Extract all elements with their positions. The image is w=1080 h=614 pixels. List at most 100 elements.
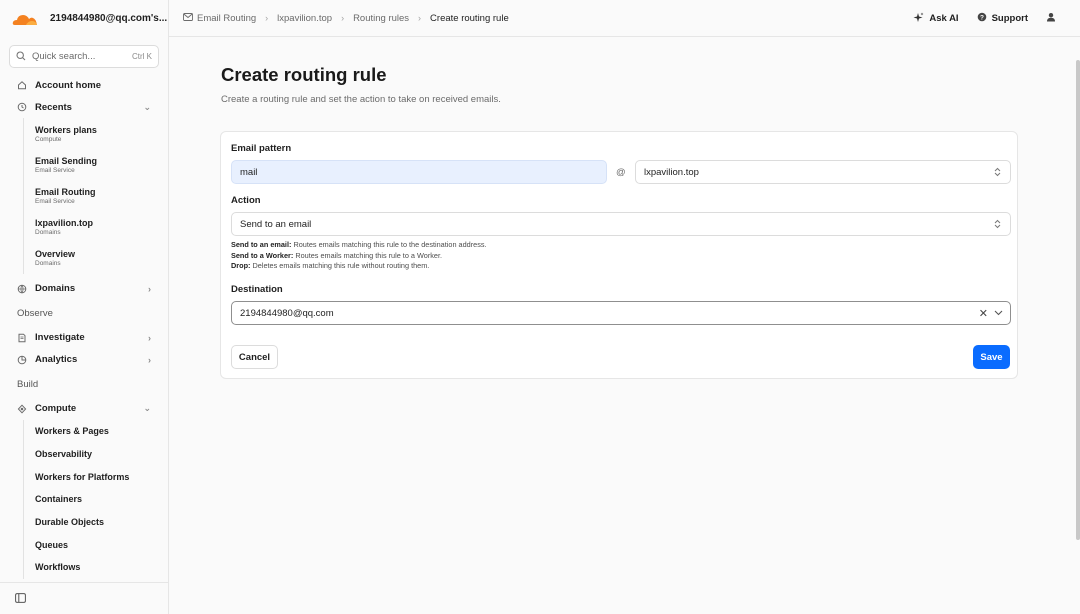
chevron-right-icon: ›: [418, 13, 422, 23]
home-icon: [17, 80, 27, 90]
sidebar-nav: Account home Recents ⌄ Workers plans Com…: [0, 74, 168, 579]
recent-item-email-routing[interactable]: Email Routing Email Service: [24, 180, 168, 211]
compute-icon: [17, 404, 27, 414]
recent-item-domain[interactable]: lxpavilion.top Domains: [24, 212, 168, 243]
sidebar-item-label: Compute: [35, 403, 77, 415]
sidebar-item-investigate[interactable]: Investigate ›: [0, 327, 168, 349]
topbar-actions: Ask AI ? Support: [913, 0, 1056, 37]
save-button[interactable]: Save: [973, 345, 1010, 369]
page-scrollbar[interactable]: [1076, 38, 1080, 614]
email-pattern-label: Email pattern: [231, 143, 292, 154]
sidebar-item-analytics[interactable]: Analytics ›: [0, 349, 168, 371]
sidebar-toggle-icon[interactable]: [15, 592, 26, 606]
svg-text:?: ?: [980, 14, 984, 21]
breadcrumb-current: Create routing rule: [430, 12, 509, 24]
chevron-down-icon: ⌄: [143, 101, 151, 112]
ask-ai-button[interactable]: Ask AI: [913, 12, 959, 26]
destination-value: 2194844980@qq.com: [240, 307, 334, 319]
chevron-down-icon: ⌄: [143, 403, 151, 414]
chevron-right-icon: ›: [148, 332, 151, 343]
chevron-right-icon: ›: [148, 354, 151, 365]
recent-item-title: lxpavilion.top: [35, 218, 94, 229]
sidebar-item-label: Analytics: [35, 354, 78, 366]
chevron-right-icon: ›: [265, 13, 269, 23]
breadcrumb-routing-rules[interactable]: Routing rules: [353, 13, 409, 24]
breadcrumb: Email Routing › lxpavilion.top › Routing…: [169, 13, 509, 24]
breadcrumb-email-routing[interactable]: Email Routing: [183, 13, 256, 24]
user-menu-button[interactable]: [1046, 12, 1056, 25]
breadcrumb-domain[interactable]: lxpavilion.top: [277, 13, 332, 24]
compute-item-observability[interactable]: Observability: [24, 443, 168, 466]
email-pattern-input[interactable]: mail: [231, 160, 607, 184]
account-switcher[interactable]: 2194844980@qq.com's...: [0, 0, 168, 37]
action-value: Send to an email: [240, 218, 312, 230]
routing-rule-form: Email pattern mail @ lxpavilion.top Acti…: [220, 131, 1018, 379]
destination-label: Destination: [231, 284, 283, 295]
sidebar: 2194844980@qq.com's... Quick search... C…: [0, 0, 169, 614]
help-line: Send to an email: Routes emails matching…: [231, 240, 487, 249]
compute-item-workers-pages[interactable]: Workers & Pages: [24, 420, 168, 443]
sidebar-item-account-home[interactable]: Account home: [0, 74, 168, 96]
cancel-button[interactable]: Cancel: [231, 345, 278, 369]
page-subtitle: Create a routing rule and set the action…: [221, 94, 501, 105]
recent-item-title: Workers plans: [35, 124, 97, 135]
compute-item-workers-for-platforms[interactable]: Workers for Platforms: [24, 465, 168, 488]
recent-item-subtitle: Email Service: [35, 166, 75, 174]
sidebar-item-compute[interactable]: Compute ⌄: [0, 398, 168, 420]
action-label: Action: [231, 195, 261, 206]
support-button[interactable]: ? Support: [977, 12, 1028, 25]
action-help-text: Send to an email: Routes emails matching…: [231, 240, 487, 272]
recent-item-subtitle: Compute: [35, 135, 62, 143]
at-symbol: @: [616, 167, 626, 178]
recent-item-subtitle: Domains: [35, 260, 61, 268]
page-title: Create routing rule: [221, 64, 387, 85]
compute-item-queues[interactable]: Queues: [24, 533, 168, 556]
search-placeholder: Quick search...: [32, 51, 96, 62]
sidebar-item-domains[interactable]: Domains ›: [0, 278, 168, 300]
document-search-icon: [17, 333, 27, 343]
account-name: 2194844980@qq.com's...: [50, 13, 168, 24]
domain-select[interactable]: lxpavilion.top: [635, 160, 1011, 184]
email-pattern-value: mail: [240, 166, 258, 178]
chevron-updown-icon: [994, 219, 1001, 229]
recent-item-workers-plans[interactable]: Workers plans Compute: [24, 118, 168, 149]
destination-combobox[interactable]: 2194844980@qq.com ✕: [231, 301, 1011, 325]
search-icon: [16, 50, 26, 64]
main-content: Create routing rule Create a routing rul…: [169, 38, 1076, 614]
sidebar-item-recents[interactable]: Recents ⌄: [0, 96, 168, 118]
action-select[interactable]: Send to an email: [231, 212, 1011, 236]
mail-icon: [183, 12, 193, 24]
support-label: Support: [991, 13, 1028, 24]
sidebar-item-label: Investigate: [35, 332, 85, 344]
help-line: Send to a Worker: Routes emails matching…: [231, 250, 443, 260]
search-shortcut: Ctrl K: [132, 52, 152, 61]
compute-item-containers[interactable]: Containers: [24, 488, 168, 511]
compute-item-durable-objects[interactable]: Durable Objects: [24, 511, 168, 534]
compute-item-workflows[interactable]: Workflows: [24, 556, 168, 579]
chevron-down-icon[interactable]: [994, 310, 1003, 316]
globe-icon: [17, 284, 27, 294]
scrollbar-thumb[interactable]: [1076, 60, 1080, 540]
cloudflare-logo-icon: [12, 12, 38, 26]
recent-item-title: Email Routing: [35, 186, 96, 197]
user-icon: [1046, 12, 1056, 25]
sparkle-icon: [913, 12, 924, 26]
recent-item-email-sending[interactable]: Email Sending Email Service: [24, 149, 168, 180]
chevron-right-icon: ›: [148, 283, 151, 294]
recent-item-title: Email Sending: [35, 155, 98, 166]
breadcrumb-label: Email Routing: [197, 12, 257, 24]
chevron-right-icon: ›: [341, 13, 345, 23]
chevron-updown-icon: [994, 167, 1001, 177]
quick-search-input[interactable]: Quick search... Ctrl K: [9, 45, 159, 68]
recent-item-subtitle: Domains: [35, 229, 61, 237]
recents-list: Workers plans Compute Email Sending Emai…: [23, 118, 168, 274]
history-icon: [17, 102, 27, 112]
ask-ai-label: Ask AI: [929, 13, 959, 24]
sidebar-item-label: Domains: [35, 283, 76, 295]
recent-item-overview[interactable]: Overview Domains: [24, 243, 168, 274]
help-icon: ?: [977, 12, 987, 25]
group-label-build: Build: [17, 378, 39, 390]
clear-icon[interactable]: ✕: [979, 307, 988, 320]
group-label-observe: Observe: [17, 307, 53, 319]
recent-item-title: Overview: [35, 249, 76, 260]
